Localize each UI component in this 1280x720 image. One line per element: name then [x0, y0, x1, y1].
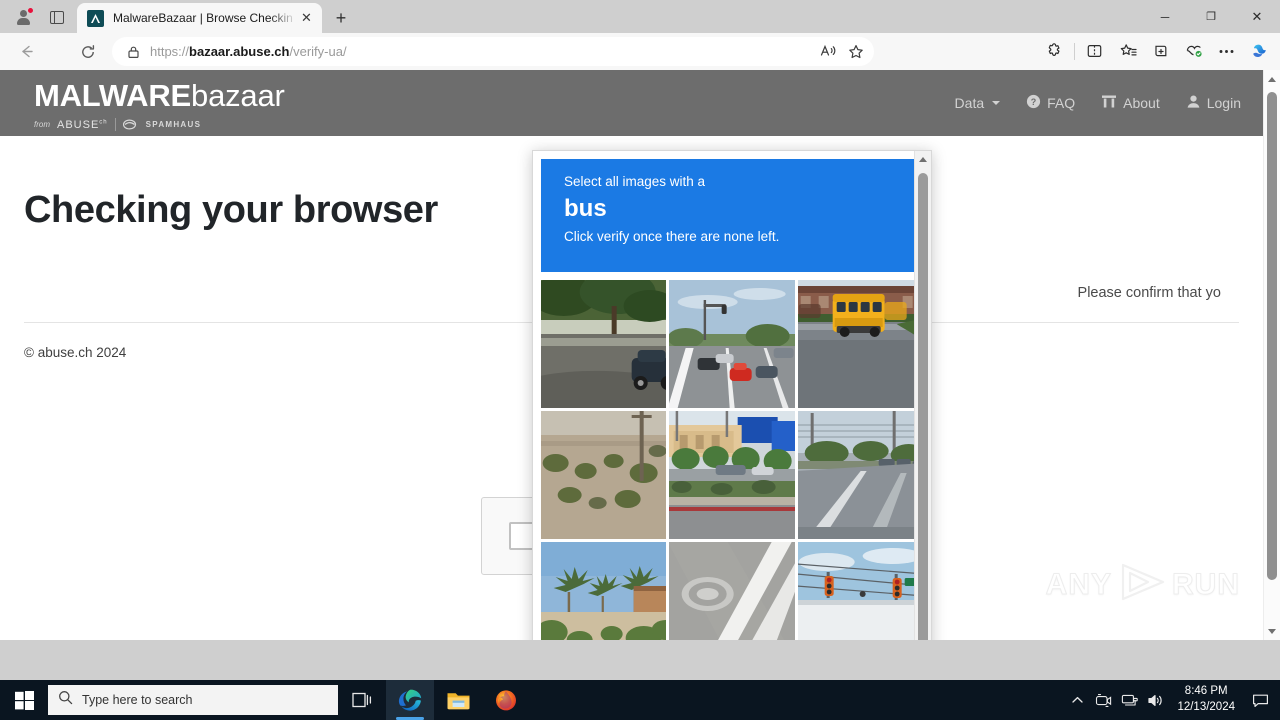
taskbar-clock[interactable]: 8:46 PM 12/13/2024 — [1168, 684, 1244, 715]
favorite-star-icon[interactable] — [842, 39, 870, 64]
scrollbar-thumb[interactable] — [918, 173, 928, 640]
site-header: MALWAREbazaar from ABUSEch SPAMHAUS Data… — [0, 70, 1263, 136]
more-options-icon[interactable] — [1210, 36, 1243, 66]
tab-strip: MalwareBazaar | Browse Checkin ✕ + ─ ❐ ✕ — [0, 0, 1280, 33]
nav-label: Login — [1206, 95, 1241, 111]
tab-actions-icon[interactable] — [44, 5, 70, 29]
navigation-toolbar: https://bazaar.abuse.ch/verify-ua/ — [0, 33, 1280, 70]
confirm-text: Please confirm that yo — [1077, 285, 1221, 301]
challenge-tile-6[interactable] — [797, 411, 923, 539]
scroll-down-arrow-icon[interactable] — [1264, 622, 1280, 640]
nav-label: Data — [954, 95, 985, 111]
nav-item-login[interactable]: Login — [1186, 94, 1241, 112]
tab-title: MalwareBazaar | Browse Checkin — [113, 11, 293, 25]
nav-item-data[interactable]: Data — [955, 95, 1001, 111]
abuse-ch-label: ABUSEch — [57, 118, 108, 131]
page-scrollbar[interactable] — [1263, 70, 1280, 640]
camera-tray-icon[interactable] — [1090, 680, 1116, 720]
lock-icon — [122, 45, 144, 59]
taskbar-search-placeholder: Type here to search — [82, 693, 193, 707]
close-icon[interactable]: ✕ — [297, 9, 316, 28]
search-icon — [58, 690, 73, 710]
challenge-target-object: bus — [564, 195, 607, 222]
task-view-icon[interactable] — [338, 680, 386, 720]
notification-icon[interactable] — [1244, 680, 1276, 720]
network-icon[interactable] — [1116, 680, 1142, 720]
clock-time: 8:46 PM — [1184, 685, 1228, 698]
new-tab-button[interactable]: + — [329, 6, 353, 30]
challenge-tile-8[interactable] — [669, 542, 795, 640]
nav-label: FAQ — [1047, 95, 1076, 111]
challenge-scrollbar[interactable] — [914, 151, 931, 640]
address-bar[interactable]: https://bazaar.abuse.ch/verify-ua/ — [112, 37, 874, 66]
nav-label: About — [1123, 95, 1160, 111]
challenge-prompt-line1: Select all images with a — [564, 174, 706, 189]
window-controls: ─ ❐ ✕ — [1142, 0, 1280, 33]
challenge-tile-7[interactable] — [541, 542, 667, 640]
user-icon — [1186, 94, 1201, 112]
windows-taskbar: Type here to search 8:46 PM 12/13/2024 — [0, 680, 1280, 720]
volume-icon[interactable] — [1142, 680, 1168, 720]
scroll-up-arrow-icon[interactable] — [1264, 70, 1280, 88]
browser-tab[interactable]: MalwareBazaar | Browse Checkin ✕ — [77, 3, 322, 33]
question-circle-icon: ? — [1026, 94, 1041, 112]
challenge-tile-4[interactable] — [541, 411, 667, 539]
brand-divider — [114, 118, 116, 131]
clock-date: 12/13/2024 — [1177, 701, 1235, 713]
profile-alert-dot — [27, 7, 34, 14]
reload-icon[interactable] — [72, 37, 104, 67]
copilot-icon[interactable] — [1243, 36, 1276, 66]
site-logo[interactable]: MALWAREbazaar from ABUSEch SPAMHAUS — [34, 80, 285, 131]
page-viewport: MALWAREbazaar from ABUSEch SPAMHAUS Data… — [0, 70, 1280, 640]
file-explorer-icon[interactable] — [434, 680, 482, 720]
nav-item-faq[interactable]: ? FAQ — [1026, 94, 1075, 112]
nav-item-about[interactable]: About — [1101, 94, 1160, 112]
challenge-instructions: Select all images with a bus Click verif… — [541, 159, 923, 272]
recaptcha-challenge-dialog: Select all images with a bus Click verif… — [532, 150, 932, 640]
challenge-prompt-line3: Click verify once there are none left. — [564, 229, 780, 245]
maximize-button[interactable]: ❐ — [1188, 0, 1234, 33]
browser-toolbar-icons — [1038, 36, 1276, 66]
edge-icon[interactable] — [386, 680, 434, 720]
toolbar-divider — [1074, 42, 1075, 60]
show-hidden-icons-chevron[interactable] — [1064, 680, 1090, 720]
favorites-icon[interactable] — [1111, 36, 1144, 66]
challenge-tile-2[interactable] — [669, 280, 795, 408]
brand-title: MALWAREbazaar — [34, 78, 285, 113]
challenge-tile-9[interactable] — [797, 542, 923, 640]
scroll-up-arrow-icon[interactable] — [915, 151, 931, 168]
challenge-tile-3[interactable] — [797, 280, 923, 408]
about-icon — [1101, 94, 1117, 112]
brand-from-label: from — [34, 120, 50, 129]
close-window-button[interactable]: ✕ — [1234, 0, 1280, 33]
malwarebazaar-favicon — [87, 9, 104, 27]
chevron-down-icon — [992, 101, 1001, 105]
taskbar-search-box[interactable]: Type here to search — [48, 685, 338, 715]
svg-text:?: ? — [1031, 97, 1037, 107]
extensions-icon[interactable] — [1038, 36, 1071, 66]
back-arrow-icon[interactable] — [10, 37, 42, 67]
site-navigation: Data ? FAQ About Login — [955, 70, 1241, 136]
challenge-tile-1[interactable] — [541, 280, 667, 408]
scrollbar-thumb[interactable] — [1267, 92, 1277, 580]
minimize-button[interactable]: ─ — [1142, 0, 1188, 33]
url-text: https://bazaar.abuse.ch/verify-ua/ — [150, 44, 347, 59]
collections-icon[interactable] — [1144, 36, 1177, 66]
profile-button[interactable] — [8, 4, 38, 30]
split-screen-icon[interactable] — [1078, 36, 1111, 66]
screen: MalwareBazaar | Browse Checkin ✕ + ─ ❐ ✕ — [0, 0, 1280, 720]
spamhaus-mark-icon — [122, 119, 136, 130]
read-aloud-icon[interactable] — [814, 39, 842, 64]
system-tray: 8:46 PM 12/13/2024 — [1064, 680, 1280, 720]
start-icon[interactable] — [0, 680, 48, 720]
spamhaus-logo: SPAMHAUS — [122, 119, 202, 130]
browser-essentials-icon[interactable] — [1177, 36, 1210, 66]
challenge-image-grid — [541, 280, 923, 640]
firefox-icon[interactable] — [482, 680, 530, 720]
challenge-tile-5[interactable] — [669, 411, 795, 539]
browser-window: MalwareBazaar | Browse Checkin ✕ + ─ ❐ ✕ — [0, 0, 1280, 680]
